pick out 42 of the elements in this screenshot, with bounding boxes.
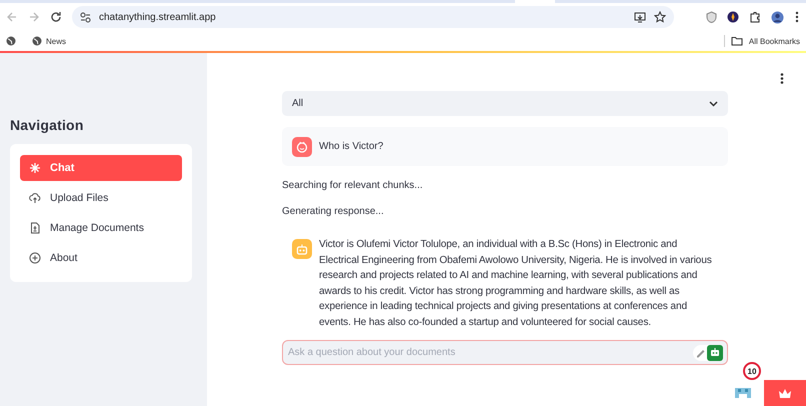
plus-circle-icon [29, 252, 41, 264]
robot-mascot-icon[interactable] [733, 386, 753, 400]
message-text: Who is Victor? [319, 141, 384, 152]
site-settings-icon[interactable] [80, 12, 91, 22]
folder-icon[interactable] [730, 36, 743, 46]
address-bar[interactable]: chatanything.streamlit.app [72, 6, 674, 28]
globe-icon[interactable] [6, 36, 16, 46]
bot-send-button[interactable] [707, 344, 723, 360]
more-menu-icon[interactable] [794, 11, 800, 23]
filter-value: All [292, 98, 304, 109]
crown-button[interactable] [764, 380, 806, 406]
install-icon[interactable] [634, 12, 646, 22]
profile-avatar-icon[interactable] [771, 10, 784, 24]
chat-input-field[interactable]: Ask a question about your documents [288, 347, 693, 358]
notification-badge[interactable]: 10 [743, 362, 761, 380]
filter-dropdown[interactable]: All [282, 91, 728, 116]
chevron-down-icon [709, 100, 718, 106]
robot-icon [296, 244, 308, 254]
puzzle-icon[interactable] [749, 11, 761, 23]
reload-icon[interactable] [50, 11, 62, 23]
document-icon [29, 222, 41, 234]
sparkle-icon [29, 162, 41, 174]
globe-icon [32, 36, 42, 46]
sidebar-title: Navigation [10, 117, 85, 133]
status-text: Searching for relevant chunks... [282, 179, 424, 192]
all-bookmarks-link[interactable]: All Bookmarks [748, 36, 800, 46]
bookmark-link[interactable]: News [32, 36, 66, 46]
assistant-message-text: Victor is Olufemi Victor Tolulope, an individual with a B.Sc (Hons) in Electronic and Electrical Engineering from Obafemi Awolowo University, Nigeria. He is involved in various research and projects related to AI and machine learning, with several publications and awards to his credit. Victor has strong programming and hardware skills, as well as experience in leading technical projects and giving presentations at conferences and events. He has also co-founded a startup and volunteered for social causes. [319, 238, 713, 330]
nav-item[interactable]: About [20, 245, 182, 271]
url-text: chatanything.streamlit.app [99, 12, 217, 22]
cloud-upload-icon [29, 192, 41, 204]
robot-icon [710, 348, 720, 357]
nav-item[interactable]: Manage Documents [20, 215, 182, 241]
nav-item[interactable]: Upload Files [20, 185, 182, 211]
shield-icon[interactable] [706, 11, 717, 23]
more-menu-icon[interactable] [780, 73, 784, 84]
star-icon[interactable] [654, 11, 666, 23]
chat-input-field[interactable]: Ask a question about your documents [282, 340, 728, 365]
face-icon [296, 140, 308, 152]
status-text: Generating response... [282, 205, 385, 218]
extension-logo-icon[interactable] [727, 11, 739, 23]
crown-icon [778, 388, 792, 398]
